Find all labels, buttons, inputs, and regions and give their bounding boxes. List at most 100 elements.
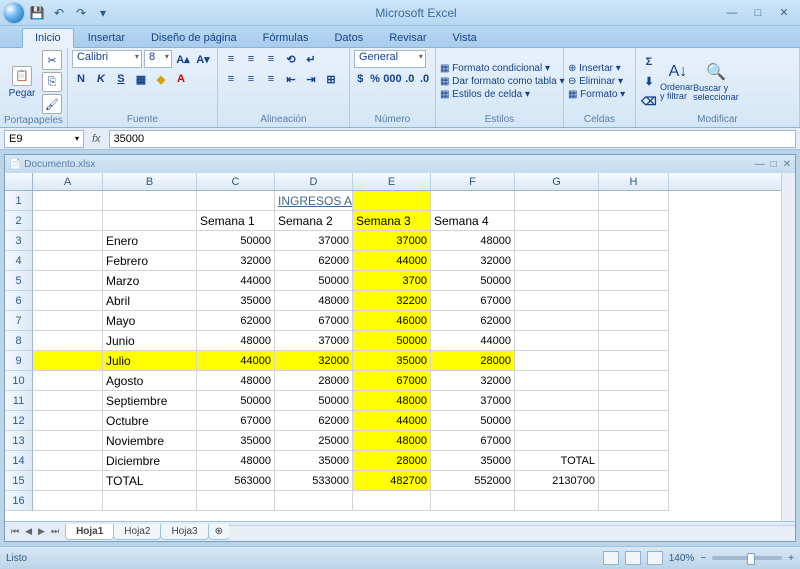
shrink-font-icon[interactable]: A▾ — [194, 50, 212, 68]
col-header[interactable]: F — [431, 173, 515, 190]
delete-cells-button[interactable]: ⊖ Eliminar ▾ — [568, 75, 631, 88]
cell[interactable]: 50000 — [353, 331, 431, 351]
copy-icon[interactable]: ⎘ — [42, 72, 62, 92]
cell[interactable]: 62000 — [431, 311, 515, 331]
cell[interactable] — [431, 191, 515, 211]
cell[interactable]: 2130700 — [515, 471, 599, 491]
wb-close-button[interactable]: ✕ — [783, 159, 791, 170]
format-painter-icon[interactable]: 🖌 — [42, 94, 62, 114]
cell[interactable]: 67000 — [431, 291, 515, 311]
tab-revisar[interactable]: Revisar — [377, 29, 438, 47]
cell[interactable]: Semana 1 — [197, 211, 275, 231]
row-header[interactable]: 11 — [5, 391, 33, 411]
cell[interactable]: 44000 — [197, 271, 275, 291]
conditional-format-button[interactable]: ▦ Formato condicional ▾ — [440, 62, 559, 75]
cell[interactable]: 50000 — [197, 391, 275, 411]
cell[interactable]: 28000 — [353, 451, 431, 471]
cell[interactable]: 44000 — [197, 351, 275, 371]
cell[interactable] — [33, 451, 103, 471]
fx-icon[interactable]: fx — [88, 133, 105, 145]
merge-icon[interactable]: ⊞ — [322, 70, 340, 88]
cell[interactable]: Semana 3 — [353, 211, 431, 231]
cell[interactable]: Diciembre — [103, 451, 197, 471]
cell[interactable]: 37000 — [431, 391, 515, 411]
cell[interactable] — [33, 271, 103, 291]
maximize-button[interactable]: □ — [746, 5, 770, 21]
cell[interactable] — [353, 191, 431, 211]
cell[interactable]: 32200 — [353, 291, 431, 311]
tab-formulas[interactable]: Fórmulas — [251, 29, 321, 47]
italic-button[interactable]: K — [92, 70, 110, 88]
fill-icon[interactable]: ⬇ — [640, 73, 658, 91]
col-header[interactable]: B — [103, 173, 197, 190]
cell[interactable] — [515, 271, 599, 291]
cell[interactable]: 48000 — [197, 451, 275, 471]
cell[interactable]: 48000 — [353, 431, 431, 451]
cell[interactable]: 44000 — [353, 251, 431, 271]
cell[interactable] — [515, 231, 599, 251]
cell[interactable]: 37000 — [275, 331, 353, 351]
redo-icon[interactable]: ↷ — [72, 4, 90, 22]
minimize-button[interactable]: — — [720, 5, 744, 21]
cell[interactable] — [599, 291, 669, 311]
cell[interactable]: 37000 — [353, 231, 431, 251]
row-header[interactable]: 7 — [5, 311, 33, 331]
align-middle-icon[interactable]: ≡ — [242, 50, 260, 68]
paste-button[interactable]: 📋 Pegar — [4, 53, 40, 111]
cell[interactable]: Semana 2 — [275, 211, 353, 231]
undo-icon[interactable]: ↶ — [50, 4, 68, 22]
cell[interactable] — [599, 471, 669, 491]
grow-font-icon[interactable]: A▴ — [174, 50, 192, 68]
cell[interactable]: 62000 — [275, 251, 353, 271]
row-header[interactable]: 1 — [5, 191, 33, 211]
underline-button[interactable]: S — [112, 70, 130, 88]
cell[interactable] — [33, 251, 103, 271]
cell[interactable]: 28000 — [275, 371, 353, 391]
cell[interactable] — [599, 451, 669, 471]
increase-indent-icon[interactable]: ⇥ — [302, 70, 320, 88]
cell[interactable]: 32000 — [431, 251, 515, 271]
tab-vista[interactable]: Vista — [441, 29, 489, 47]
cell[interactable] — [515, 211, 599, 231]
font-size-select[interactable]: 8 — [144, 50, 172, 68]
cell[interactable] — [599, 351, 669, 371]
select-all-corner[interactable] — [5, 173, 33, 191]
cell[interactable] — [33, 191, 103, 211]
cell[interactable]: 50000 — [275, 391, 353, 411]
cell[interactable]: 48000 — [275, 291, 353, 311]
cell[interactable]: 67000 — [275, 311, 353, 331]
bold-button[interactable]: N — [72, 70, 90, 88]
cell[interactable]: 67000 — [431, 431, 515, 451]
zoom-slider[interactable] — [712, 556, 782, 560]
decrease-decimal-icon[interactable]: .0 — [418, 70, 431, 88]
cell[interactable]: TOTAL — [515, 451, 599, 471]
cell[interactable] — [515, 251, 599, 271]
autosum-icon[interactable]: Σ — [640, 53, 658, 71]
cell[interactable]: 37000 — [275, 231, 353, 251]
cell[interactable]: Semana 4 — [431, 211, 515, 231]
cell[interactable] — [33, 411, 103, 431]
cell[interactable]: 67000 — [197, 411, 275, 431]
sheet-nav-next-icon[interactable]: ▶ — [36, 526, 47, 537]
row-header[interactable]: 13 — [5, 431, 33, 451]
cell[interactable]: Julio — [103, 351, 197, 371]
cell[interactable] — [599, 211, 669, 231]
sheet-tab[interactable]: Hoja2 — [113, 524, 161, 540]
tab-insertar[interactable]: Insertar — [76, 29, 137, 47]
cell[interactable]: 48000 — [353, 391, 431, 411]
cell[interactable]: 50000 — [275, 271, 353, 291]
zoom-in-icon[interactable]: + — [788, 553, 794, 564]
cell[interactable]: INGRESOS ANUALES — [275, 191, 353, 211]
currency-icon[interactable]: $ — [354, 70, 367, 88]
cell[interactable]: Marzo — [103, 271, 197, 291]
sheet-nav-first-icon[interactable]: ⏮ — [9, 526, 21, 537]
wrap-text-icon[interactable]: ↵ — [302, 50, 320, 68]
cell[interactable]: Junio — [103, 331, 197, 351]
cell[interactable] — [599, 271, 669, 291]
cell[interactable] — [515, 311, 599, 331]
orientation-icon[interactable]: ⟲ — [282, 50, 300, 68]
cell[interactable]: 48000 — [431, 231, 515, 251]
cell[interactable]: 35000 — [197, 431, 275, 451]
row-header[interactable]: 9 — [5, 351, 33, 371]
cell[interactable] — [353, 491, 431, 511]
